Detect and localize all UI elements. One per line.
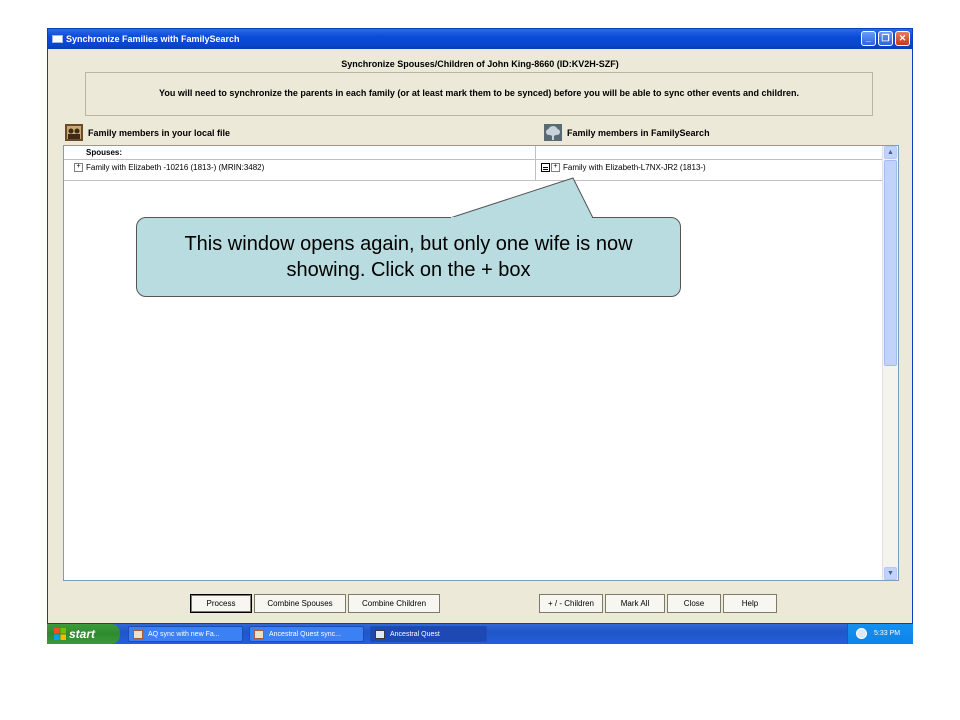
tree-icon [544, 124, 562, 141]
spouses-section-label: Spouses: [86, 148, 123, 157]
close-icon[interactable]: ✕ [895, 31, 910, 46]
window-title: Synchronize Families with FamilySearch [66, 34, 240, 44]
combine-spouses-button[interactable]: Combine Spouses [254, 594, 346, 613]
taskbar-item[interactable]: Ancestral Quest sync... [249, 626, 364, 642]
help-button[interactable]: Help [723, 594, 777, 613]
column-separator [535, 146, 536, 181]
taskbar-item-label: AQ sync with new Fa... [148, 631, 220, 638]
row-divider [64, 159, 884, 160]
window-titlebar[interactable]: Synchronize Families with FamilySearch _… [48, 29, 912, 49]
local-pane-header: Family members in your local file [65, 124, 230, 141]
ancestral-quest-icon [375, 630, 385, 639]
taskbar: start AQ sync with new Fa... Ancestral Q… [47, 624, 913, 644]
combine-children-button[interactable]: Combine Children [348, 594, 440, 613]
system-tray: 5:33 PM [847, 624, 913, 644]
taskbar-item-label: Ancestral Quest [390, 631, 440, 638]
local-family-row[interactable]: + Family with Elizabeth -10216 (1813-) (M… [74, 163, 265, 173]
family-photo-icon [65, 124, 83, 141]
plus-minus-children-button[interactable]: + / - Children [539, 594, 603, 613]
scroll-up-icon[interactable]: ▲ [884, 146, 897, 159]
local-pane-label: Family members in your local file [88, 127, 231, 138]
document-icon [541, 163, 550, 173]
tray-chevron-icon[interactable] [856, 628, 867, 639]
start-button[interactable]: start [47, 624, 120, 644]
close-button[interactable]: Close [667, 594, 721, 613]
clock: 5:33 PM [874, 630, 901, 637]
fs-family-row[interactable]: + Family with Elizabeth-L7NX-JR2 (1813-) [541, 163, 706, 173]
plus-box-icon[interactable]: + [74, 163, 83, 173]
page-title: Synchronize Spouses/Children of John Kin… [341, 59, 619, 69]
fs-pane-header: Family members in FamilySearch [544, 124, 710, 141]
start-label: start [69, 627, 96, 641]
fs-pane-label: Family members in FamilySearch [567, 127, 710, 138]
vertical-scrollbar[interactable]: ▲ ▼ [882, 146, 898, 580]
restore-icon[interactable]: ❐ [878, 31, 893, 46]
sync-notice: You will need to synchronize the parents… [85, 72, 873, 116]
powerpoint-icon [133, 630, 143, 639]
powerpoint-icon [254, 630, 264, 639]
minimize-icon[interactable]: _ [861, 31, 876, 46]
taskbar-item-label: Ancestral Quest sync... [269, 631, 341, 638]
mark-all-button[interactable]: Mark All [605, 594, 665, 613]
taskbar-item-active[interactable]: Ancestral Quest [370, 626, 487, 642]
family-list[interactable]: Spouses: + Family with Elizabeth -10216 (… [63, 145, 899, 581]
scroll-down-icon[interactable]: ▼ [884, 567, 897, 580]
fs-family-label: Family with Elizabeth-L7NX-JR2 (1813-) [563, 163, 706, 172]
process-button[interactable]: Process [190, 594, 252, 613]
window-app-icon [52, 35, 63, 43]
local-family-label: Family with Elizabeth -10216 (1813-) (MR… [86, 163, 265, 172]
taskbar-item[interactable]: AQ sync with new Fa... [128, 626, 243, 642]
plus-box-icon[interactable]: + [551, 163, 560, 173]
row-divider [64, 180, 884, 181]
sync-window: Synchronize Families with FamilySearch _… [47, 28, 913, 624]
windows-flag-icon [54, 628, 66, 640]
scroll-thumb[interactable] [884, 160, 897, 366]
instruction-callout: This window opens again, but only one wi… [136, 217, 681, 297]
